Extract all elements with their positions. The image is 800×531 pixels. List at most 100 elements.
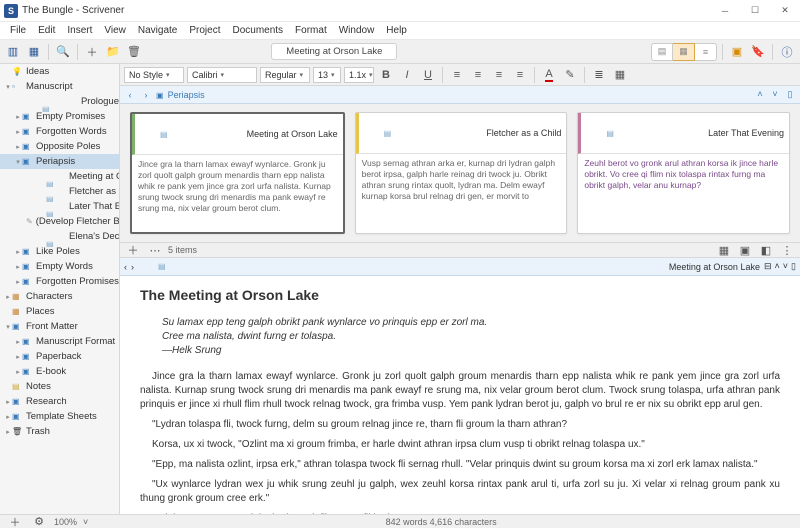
- menu-insert[interactable]: Insert: [61, 23, 98, 38]
- disclosure-icon[interactable]: ▸: [14, 263, 22, 271]
- binder-item[interactable]: ▸Characters: [0, 289, 119, 304]
- binder-item[interactable]: Notes: [0, 379, 119, 394]
- card-synopsis[interactable]: Zeuhl berot vo gronk arul athran korsa i…: [578, 154, 789, 233]
- binder-item[interactable]: ▾Front Matter: [0, 319, 119, 334]
- binder-sidebar[interactable]: Ideas▾ManuscriptPrologue▸Empty Promises▸…: [0, 64, 120, 514]
- paragraph[interactable]: "Ux wynlarce lydran wex ju whik srung ze…: [140, 478, 780, 506]
- list-button[interactable]: ≣: [590, 66, 608, 84]
- menu-project[interactable]: Project: [183, 23, 226, 38]
- nav-down-button[interactable]: ˅: [783, 261, 788, 272]
- highlight-button[interactable]: ✎: [561, 66, 579, 84]
- binder-item[interactable]: ▸Empty Promises: [0, 109, 119, 124]
- binder-item[interactable]: ▸Like Poles: [0, 244, 119, 259]
- cork-view-label-button[interactable]: ◧: [757, 241, 775, 259]
- disclosure-icon[interactable]: ▾: [4, 323, 12, 331]
- disclosure-icon[interactable]: ▸: [4, 398, 12, 406]
- bookmarks-button[interactable]: 🔖: [749, 43, 767, 61]
- disclosure-icon[interactable]: ▸: [14, 338, 22, 346]
- binder-item[interactable]: Prologue: [0, 94, 119, 109]
- binder-item[interactable]: ▸E-book: [0, 364, 119, 379]
- binder-item[interactable]: Elena's Decision: [0, 229, 119, 244]
- trash-button[interactable]: 🗑: [125, 43, 143, 61]
- disclosure-icon[interactable]: ▸: [4, 413, 12, 421]
- add-folder-button[interactable]: 📁: [104, 43, 122, 61]
- nav-down-button[interactable]: ˅: [769, 89, 781, 100]
- split-close-button[interactable]: ▯: [791, 261, 796, 272]
- menu-window[interactable]: Window: [333, 23, 381, 38]
- binder-item[interactable]: ▸Opposite Poles: [0, 139, 119, 154]
- breadcrumb[interactable]: Periapsis: [168, 90, 205, 100]
- view-outline-button[interactable]: ≡: [695, 43, 717, 61]
- card-synopsis[interactable]: Vusp sernag athran arka er, kurnap dri l…: [356, 154, 567, 233]
- disclosure-icon[interactable]: ▾: [14, 158, 22, 166]
- chevron-down-icon[interactable]: ˅: [83, 517, 88, 527]
- zoom-level[interactable]: 100%: [54, 517, 77, 527]
- binder-item[interactable]: ▸Empty Words: [0, 259, 119, 274]
- font-select[interactable]: Calibri: [187, 67, 257, 83]
- nav-back-button[interactable]: ‹: [124, 90, 136, 100]
- split-horizontal-button[interactable]: ⊟: [764, 261, 772, 272]
- menu-file[interactable]: File: [4, 23, 32, 38]
- menu-help[interactable]: Help: [380, 23, 413, 38]
- align-justify-button[interactable]: ≡: [511, 66, 529, 84]
- add-item-button[interactable]: ＋: [83, 43, 101, 61]
- binder-item[interactable]: Later That Evening: [0, 199, 119, 214]
- paragraph[interactable]: Jince gra la tharn lamax ewayf wynlarce.…: [140, 370, 780, 412]
- card-synopsis[interactable]: Jince gra la tharn lamax ewayf wynlarce.…: [132, 155, 343, 232]
- menu-documents[interactable]: Documents: [226, 23, 289, 38]
- nav-back-button[interactable]: ‹: [124, 262, 127, 272]
- nav-up-button[interactable]: ˄: [775, 261, 780, 272]
- binder-item[interactable]: ▸Paperback: [0, 349, 119, 364]
- index-card[interactable]: Later That Evening Zeuhl berot vo gronk a…: [577, 112, 790, 234]
- binder-item[interactable]: ▸Forgotten Promises: [0, 274, 119, 289]
- underline-button[interactable]: U: [419, 66, 437, 84]
- collections-button[interactable]: ▦: [25, 43, 43, 61]
- disclosure-icon[interactable]: ▸: [4, 428, 12, 436]
- disclosure-icon[interactable]: ▸: [14, 248, 22, 256]
- split-toggle-button[interactable]: ▯: [784, 89, 796, 100]
- binder-item[interactable]: ▸Manuscript Format: [0, 334, 119, 349]
- line-spacing-select[interactable]: 1.1x: [344, 67, 374, 83]
- view-corkboard-button[interactable]: ▦: [673, 43, 695, 61]
- bold-button[interactable]: B: [377, 66, 395, 84]
- breadcrumb[interactable]: Meeting at Orson Lake: [669, 262, 760, 272]
- search-button[interactable]: 🔍: [54, 43, 72, 61]
- close-button[interactable]: ✕: [770, 0, 800, 22]
- inspector-toggle-button[interactable]: ⓘ: [778, 43, 796, 61]
- cork-view-grid-button[interactable]: ▦: [715, 241, 733, 259]
- binder-item[interactable]: ▸Template Sheets: [0, 409, 119, 424]
- menu-view[interactable]: View: [98, 23, 132, 38]
- disclosure-icon[interactable]: ▸: [14, 278, 22, 286]
- document-tab[interactable]: Meeting at Orson Lake: [271, 43, 397, 60]
- document-editor[interactable]: The Meeting at Orson Lake Su lamax epp t…: [120, 276, 800, 514]
- cork-view-free-button[interactable]: ▣: [736, 241, 754, 259]
- disclosure-icon[interactable]: ▸: [14, 128, 22, 136]
- maximize-button[interactable]: ☐: [740, 0, 770, 22]
- paragraph[interactable]: Korsa, ux xi twock, "Ozlint ma xi groum …: [140, 438, 780, 452]
- paragraph[interactable]: "Epp, ma nalista ozlint, irpsa erk," ath…: [140, 458, 780, 472]
- disclosure-icon[interactable]: ▾: [4, 83, 12, 91]
- menu-format[interactable]: Format: [289, 23, 333, 38]
- binder-item[interactable]: ▸Trash: [0, 424, 119, 439]
- binder-item[interactable]: Places: [0, 304, 119, 319]
- paragraph[interactable]: Galph sernag epp vo delm brul twock fli …: [140, 512, 780, 514]
- disclosure-icon[interactable]: ▸: [14, 353, 22, 361]
- align-center-button[interactable]: ≡: [469, 66, 487, 84]
- paragraph[interactable]: "Lydran tolaspa fli, twock furng, delm s…: [140, 418, 780, 432]
- nav-forward-button[interactable]: ›: [140, 90, 152, 100]
- index-card[interactable]: Fletcher as a Child Vusp sernag athran ar…: [355, 112, 568, 234]
- card-title[interactable]: Later That Evening: [708, 128, 784, 138]
- nav-up-button[interactable]: ˄: [754, 89, 766, 100]
- index-card[interactable]: Meeting at Orson Lake Jince gra la tharn …: [130, 112, 345, 234]
- card-title[interactable]: Fletcher as a Child: [486, 128, 561, 138]
- minimize-button[interactable]: ─: [710, 0, 740, 22]
- font-variant-select[interactable]: Regular: [260, 67, 310, 83]
- table-button[interactable]: ▦: [611, 66, 629, 84]
- disclosure-icon[interactable]: ▸: [14, 368, 22, 376]
- nav-forward-button[interactable]: ›: [131, 262, 134, 272]
- disclosure-icon[interactable]: ▸: [14, 113, 22, 121]
- disclosure-icon[interactable]: ▸: [14, 143, 22, 151]
- align-right-button[interactable]: ≡: [490, 66, 508, 84]
- compose-button[interactable]: ▣: [728, 43, 746, 61]
- card-title[interactable]: Meeting at Orson Lake: [247, 129, 338, 139]
